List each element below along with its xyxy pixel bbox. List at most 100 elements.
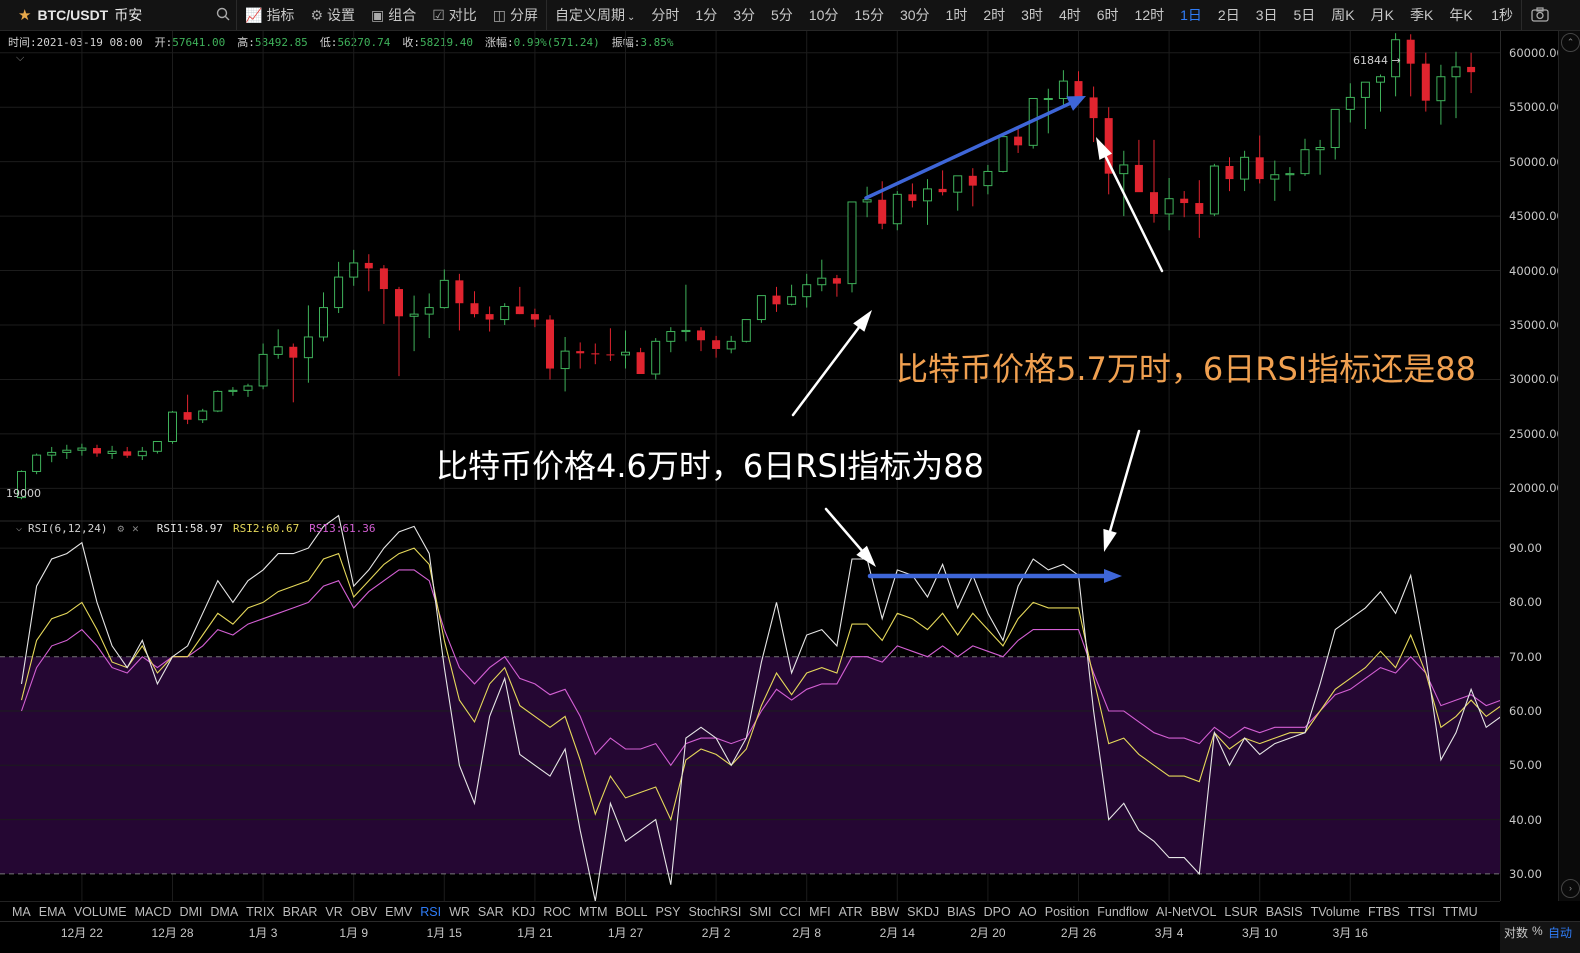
date-label: 2月 2 — [701, 926, 731, 940]
indicator-tab-mfi[interactable]: MFI — [805, 905, 835, 919]
favorite-star-icon[interactable]: ★ — [18, 6, 31, 24]
indicator-tab-ttsi[interactable]: TTSI — [1404, 905, 1439, 919]
log-scale-toggle[interactable]: 对数 — [1504, 924, 1528, 941]
period-5[interactable]: 15分 — [846, 0, 892, 30]
period-17[interactable]: 周K — [1323, 0, 1362, 30]
candle-body — [349, 262, 359, 278]
period-3[interactable]: 5分 — [763, 0, 801, 30]
rsi-legend: ⌵ RSI(6,12,24) ⚙ ✕ RSI1:58.97 RSI2:60.67… — [16, 522, 385, 535]
indicator-tab-dma[interactable]: DMA — [206, 905, 242, 919]
refresh-interval[interactable]: 1秒 — [1483, 0, 1521, 30]
collapse-up-icon[interactable]: ⌃ — [1561, 33, 1580, 52]
compare-button[interactable]: ☑ 对比 — [424, 0, 485, 30]
expand-right-icon[interactable]: › — [1561, 879, 1580, 898]
indicator-tab-dmi[interactable]: DMI — [175, 905, 206, 919]
indicator-tab-tvolume[interactable]: TVolume — [1307, 905, 1364, 919]
indicator-tab-basis[interactable]: BASIS — [1262, 905, 1307, 919]
combo-button[interactable]: ▣ 组合 — [363, 0, 424, 30]
price-axis-label: 35000.00 — [1509, 318, 1564, 332]
indicator-tab-ema[interactable]: EMA — [35, 905, 70, 919]
symbol-selector[interactable]: ★ BTC/USDT 币安 — [0, 5, 210, 25]
indicator-tab-obv[interactable]: OBV — [347, 905, 381, 919]
search-icon[interactable] — [210, 7, 236, 24]
candle-66 — [1014, 129, 1023, 153]
indicator-tab-mtm[interactable]: MTM — [575, 905, 611, 919]
indicator-tab-wr[interactable]: WR — [445, 905, 474, 919]
indicator-tab-brar[interactable]: BRAR — [279, 905, 322, 919]
indicator-tab-sar[interactable]: SAR — [474, 905, 508, 919]
indicator-tab-position[interactable]: Position — [1041, 905, 1093, 919]
period-18[interactable]: 月K — [1363, 0, 1402, 30]
indicator-tab-boll[interactable]: BOLL — [612, 905, 652, 919]
gear-icon[interactable]: ⚙ — [118, 522, 125, 535]
indicator-tab-smi[interactable]: SMI — [745, 905, 775, 919]
candle-10 — [168, 411, 177, 444]
period-13[interactable]: 1日 — [1172, 0, 1210, 30]
period-7[interactable]: 1时 — [938, 0, 976, 30]
indicator-tab-dpo[interactable]: DPO — [980, 905, 1015, 919]
split-screen-button[interactable]: ◫ 分屏 — [485, 0, 546, 30]
candle-39 — [606, 328, 615, 361]
indicator-icon: 📈 — [245, 6, 263, 23]
indicator-tab-rsi[interactable]: RSI — [416, 905, 445, 919]
candle-63 — [968, 168, 977, 207]
annotation-top-right: 比特币价格5.7万时，6日RSI指标还是88 — [896, 350, 1476, 388]
period-19[interactable]: 季K — [1402, 0, 1441, 30]
indicator-tab-roc[interactable]: ROC — [539, 905, 575, 919]
period-16[interactable]: 5日 — [1286, 0, 1324, 30]
indicator-button[interactable]: 📈 指标 — [237, 0, 302, 30]
candle-25 — [395, 286, 403, 377]
indicator-tab-ai-netvol[interactable]: AI-NetVOL — [1152, 905, 1220, 919]
period-9[interactable]: 3时 — [1013, 0, 1051, 30]
indicator-tab-fundflow[interactable]: Fundflow — [1093, 905, 1152, 919]
price-marks: 61844 → 19000 — [6, 54, 1401, 500]
period-1[interactable]: 1分 — [687, 0, 725, 30]
period-2[interactable]: 3分 — [725, 0, 763, 30]
settings-button[interactable]: ⚙ 设置 — [302, 0, 363, 30]
period-8[interactable]: 2时 — [975, 0, 1013, 30]
period-20[interactable]: 年K — [1441, 0, 1480, 30]
indicator-tab-trix[interactable]: TRIX — [242, 905, 278, 919]
indicator-tab-bbw[interactable]: BBW — [867, 905, 903, 919]
rsi-axis[interactable]: 90.00 80.00 70.00 60.00 50.00 40.00 30.00 — [1500, 521, 1559, 901]
period-0[interactable]: 分时 — [643, 0, 687, 30]
indicator-tab-cci[interactable]: CCI — [776, 905, 806, 919]
indicator-tab-ma[interactable]: MA — [8, 905, 35, 919]
price-axis[interactable]: 60000.00 55000.00 50000.00 45000.00 40000.00… — [1500, 31, 1564, 521]
chevron-down-icon[interactable]: ⌵ — [16, 523, 22, 534]
period-12[interactable]: 12时 — [1127, 0, 1173, 30]
screenshot-button[interactable] — [1522, 0, 1558, 30]
period-6[interactable]: 30分 — [892, 0, 938, 30]
indicator-tab-ftbs[interactable]: FTBS — [1364, 905, 1404, 919]
period-10[interactable]: 4时 — [1051, 0, 1089, 30]
price-axis-label: 30000.00 — [1509, 372, 1564, 387]
candle-83 — [1270, 160, 1280, 201]
period-11[interactable]: 6时 — [1089, 0, 1127, 30]
close-icon[interactable]: ✕ — [132, 522, 139, 535]
indicator-tab-lsur[interactable]: LSUR — [1220, 905, 1261, 919]
indicator-tab-atr[interactable]: ATR — [835, 905, 867, 919]
indicator-tab-stochrsi[interactable]: StochRSI — [684, 905, 745, 919]
custom-period-dropdown[interactable]: 自定义周期 ⌄ — [547, 0, 643, 30]
indicator-tab-emv[interactable]: EMV — [381, 905, 416, 919]
candle-body — [892, 193, 902, 225]
indicator-tab-volume[interactable]: VOLUME — [70, 905, 131, 919]
indicator-tab-ttmu[interactable]: TTMU — [1439, 905, 1482, 919]
indicator-tab-bias[interactable]: BIAS — [943, 905, 980, 919]
rsi-pane — [0, 514, 1500, 901]
trend-arrow-rsi — [867, 569, 1122, 583]
chart-canvas[interactable]: 61844 → 19000 比特币价格5.7万时，6日RSI指标还是88 比特币价格… — [0, 31, 1500, 901]
period-14[interactable]: 2日 — [1210, 0, 1248, 30]
indicator-tab-kdj[interactable]: KDJ — [508, 905, 540, 919]
period-4[interactable]: 10分 — [801, 0, 847, 30]
candle-body — [515, 306, 524, 315]
indicator-tab-ao[interactable]: AO — [1015, 905, 1041, 919]
period-15[interactable]: 3日 — [1248, 0, 1286, 30]
indicator-tab-psy[interactable]: PSY — [651, 905, 684, 919]
indicator-tab-macd[interactable]: MACD — [131, 905, 176, 919]
auto-scale-toggle[interactable]: 自动 — [1548, 924, 1572, 941]
indicator-tab-skdj[interactable]: SKDJ — [903, 905, 943, 919]
percent-scale-toggle[interactable]: % — [1532, 924, 1543, 938]
date-axis[interactable]: 对数 % 自动 12月 22 12月 28 1月 3 1月 9 1月 15 1月 21 1月… — [0, 921, 1580, 953]
indicator-tab-vr[interactable]: VR — [321, 905, 346, 919]
